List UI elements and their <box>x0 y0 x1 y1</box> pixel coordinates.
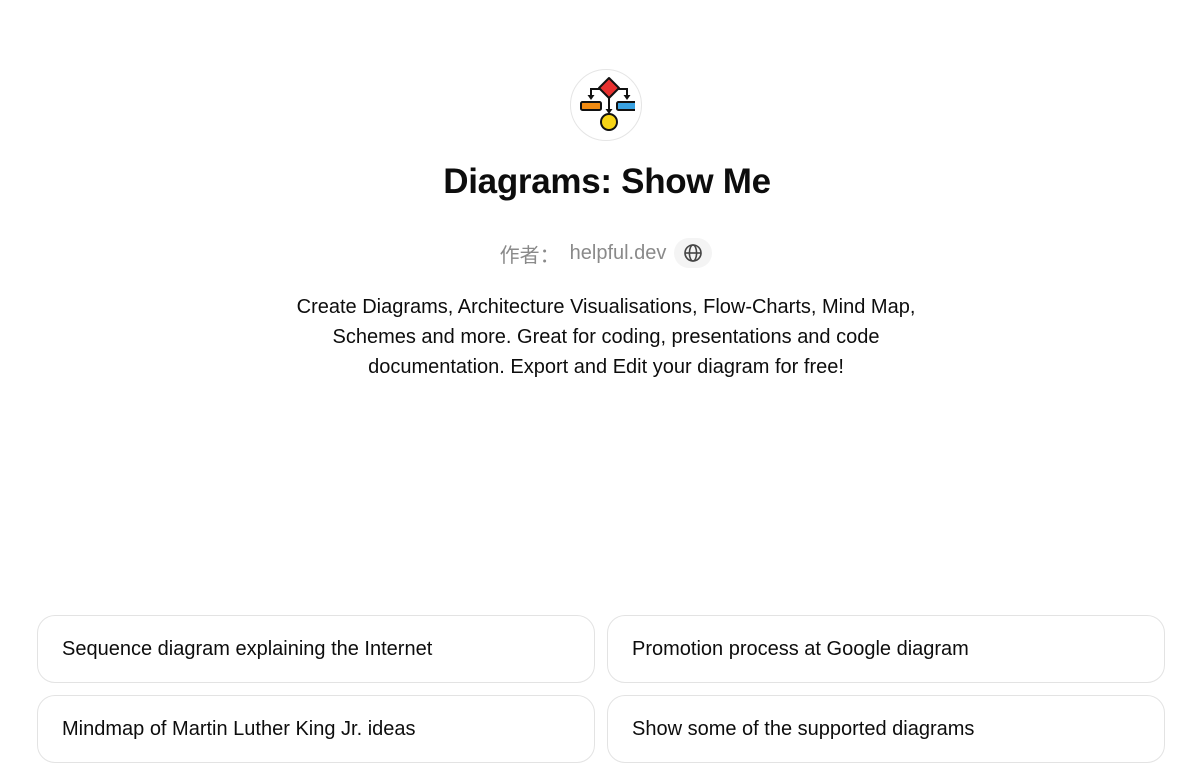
gpt-description: Create Diagrams, Architecture Visualisat… <box>296 296 916 378</box>
gpt-title: Diagrams: Show Me <box>443 162 771 201</box>
starter-button[interactable]: Promotion process at Google diagram <box>607 615 1165 683</box>
website-link-button[interactable] <box>674 238 713 268</box>
author-row: 作者： helpful.dev <box>0 238 1198 268</box>
gpt-intro-page: Diagrams: Show Me 作者： helpful.dev Create… <box>0 0 1198 776</box>
globe-icon <box>684 244 703 262</box>
starter-button[interactable]: Mindmap of Martin Luther King Jr. ideas <box>37 695 595 763</box>
starter-button[interactable]: Sequence diagram explaining the Internet <box>37 615 595 683</box>
author-prefix: 作者： <box>499 244 560 267</box>
flowchart-diagram-icon <box>580 77 635 131</box>
author-name: helpful.dev <box>569 241 667 264</box>
conversation-starters: Sequence diagram explaining the Internet… <box>37 615 1165 763</box>
gpt-logo <box>570 69 642 141</box>
starter-button[interactable]: Show some of the supported diagrams <box>607 695 1165 763</box>
